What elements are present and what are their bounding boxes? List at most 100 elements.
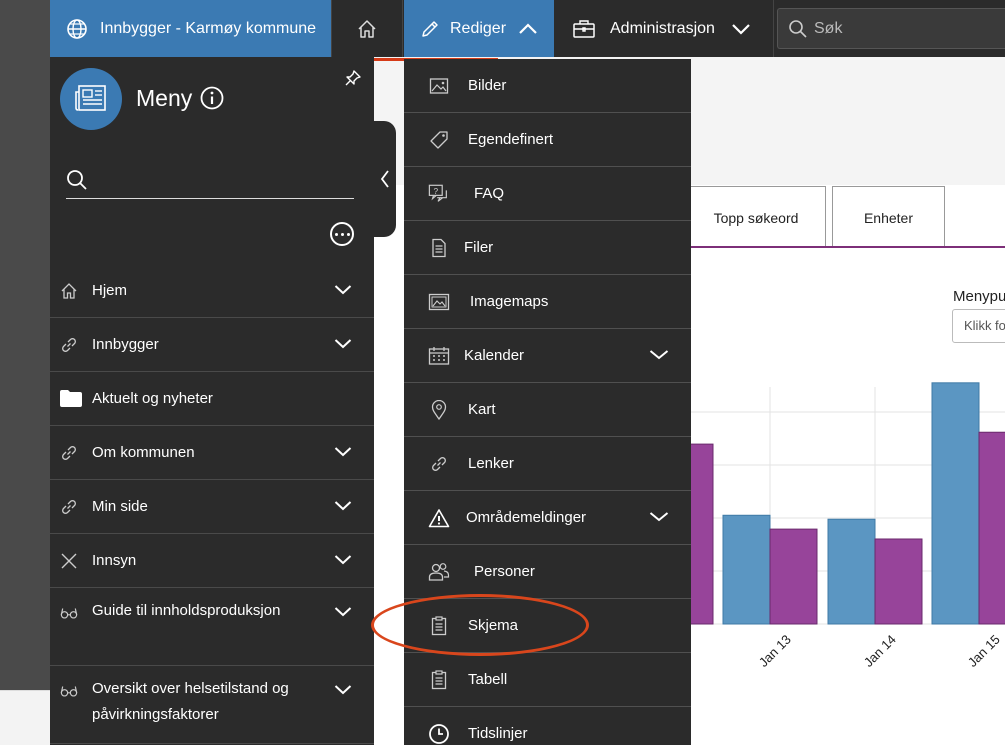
background-app-strip (0, 0, 50, 745)
edit-label: Rediger (450, 19, 507, 37)
sidebar-item-label: Guide til innholdsproduksjon (92, 602, 281, 619)
menu-item-kart[interactable]: Kart (404, 383, 691, 437)
menu-item-label: Lenker (468, 455, 514, 472)
sidebar-menu: Meny Hjem Innbygger Aktuelt og nyheter O… (50, 57, 374, 745)
home-icon (356, 18, 378, 40)
map-pin-icon (428, 399, 450, 421)
menu-item-bilder[interactable]: Bilder (404, 59, 691, 113)
glasses-icon (60, 604, 78, 622)
chevron-down-icon[interactable] (334, 606, 352, 617)
sidebar-item-innbygger[interactable]: Innbygger (50, 318, 374, 372)
sidebar-item-aktuelt[interactable]: Aktuelt og nyheter (50, 372, 374, 426)
briefcase-icon (572, 19, 596, 39)
chevron-down-icon[interactable] (334, 284, 352, 295)
menu-item-skjema[interactable]: Skjema (404, 599, 691, 653)
menu-item-label: Imagemaps (470, 293, 549, 310)
site-selector-button[interactable]: Innbygger - Karmøy kommune (50, 0, 331, 57)
sidebar-item-min-side[interactable]: Min side (50, 480, 374, 534)
svg-text:?: ? (433, 187, 438, 196)
tag-icon (428, 129, 450, 151)
more-options-button[interactable] (330, 222, 354, 246)
chevron-down-icon[interactable] (649, 349, 669, 360)
sidebar-item-hjem[interactable]: Hjem (50, 264, 374, 318)
sidebar-item-label: Om kommunen (92, 443, 195, 461)
sidebar-item-label: Oversikt over helsetilstand og påvirknin… (92, 680, 289, 723)
administration-label: Administrasjon (610, 19, 715, 37)
sidebar-item-innsyn[interactable]: Innsyn (50, 534, 374, 588)
image-icon (428, 75, 450, 97)
search-field[interactable] (777, 8, 1005, 49)
chart-x-tick-label: Jan 13 (756, 632, 794, 670)
chevron-down-icon[interactable] (334, 684, 352, 695)
link-icon (428, 453, 450, 475)
tab-top-sokeord[interactable]: Topp søkeord (686, 186, 826, 248)
link-icon (60, 498, 78, 516)
menu-item-label: Tabell (468, 671, 508, 688)
search-input[interactable] (814, 19, 974, 38)
menu-avatar (60, 68, 122, 130)
sidebar-search-field[interactable] (66, 161, 354, 199)
sidebar-item-helsetilstand[interactable]: Oversikt over helsetilstand og påvirknin… (50, 666, 374, 744)
file-icon (428, 237, 450, 259)
chart-x-tick-label: Jan 14 (861, 632, 899, 670)
menu-item-label: Tidslinjer (468, 725, 528, 742)
home-icon (60, 282, 78, 300)
menu-item-label: Bilder (468, 77, 507, 94)
chart-bar (769, 528, 818, 625)
chevron-down-icon[interactable] (334, 554, 352, 565)
chart-x-tick-label: Jan 15 (965, 632, 1003, 670)
newspaper-icon (74, 84, 108, 114)
administration-menu-button[interactable]: Administrasjon (554, 0, 774, 57)
menypublisering-input[interactable]: Klikk fo (952, 309, 1005, 343)
menu-item-imagemaps[interactable]: Imagemaps (404, 275, 691, 329)
tab-enheter[interactable]: Enheter (832, 186, 945, 248)
menu-item-label: Skjema (468, 617, 519, 634)
sidebar-list: Hjem Innbygger Aktuelt og nyheter Om kom… (50, 264, 374, 744)
chevron-down-icon[interactable] (334, 446, 352, 457)
edit-menu-button[interactable]: Rediger (404, 0, 554, 57)
sidebar-item-guide[interactable]: Guide til innholdsproduksjon (50, 588, 374, 666)
chevron-down-icon[interactable] (334, 338, 352, 349)
menu-item-label: Områdemeldinger (466, 509, 587, 526)
sidebar-search-input[interactable] (96, 170, 346, 189)
link-icon (60, 444, 78, 462)
sidebar-item-label: Aktuelt og nyheter (92, 389, 213, 407)
sidebar-item-om-kommunen[interactable]: Om kommunen (50, 426, 374, 480)
x-icon (60, 552, 78, 570)
top-bar: Innbygger - Karmøy kommune Rediger Admin… (50, 0, 1005, 57)
menu-item-omrademeldinger[interactable]: Områdemeldinger (404, 491, 691, 545)
clock-icon (428, 723, 450, 745)
folder-icon (60, 390, 82, 408)
chart-bar (931, 382, 980, 625)
menu-item-lenker[interactable]: Lenker (404, 437, 691, 491)
site-label: Innbygger - Karmøy kommune (100, 19, 317, 37)
pin-icon[interactable] (344, 69, 362, 87)
menu-item-personer[interactable]: Personer (404, 545, 691, 599)
info-icon[interactable] (200, 86, 224, 110)
menu-item-filer[interactable]: Filer (404, 221, 691, 275)
menu-item-egendefinert[interactable]: Egendefinert (404, 113, 691, 167)
menypublisering-label: Menypu (953, 288, 1005, 305)
chevron-down-icon (731, 23, 751, 35)
search-icon (788, 19, 808, 39)
sidebar-collapse-button[interactable] (374, 121, 396, 237)
chevron-down-icon[interactable] (649, 511, 669, 522)
chart-bar (978, 431, 1005, 625)
chevron-left-icon (380, 169, 390, 189)
warning-icon (428, 507, 450, 529)
menu-item-label: FAQ (474, 185, 505, 202)
imagemap-icon (428, 291, 450, 313)
link-icon (60, 336, 78, 354)
menu-item-tidslinjer[interactable]: Tidslinjer (404, 707, 691, 745)
menu-item-faq[interactable]: ? FAQ (404, 167, 691, 221)
chart-bar (722, 514, 771, 625)
chevron-down-icon[interactable] (334, 500, 352, 511)
sidebar-item-label: Min side (92, 497, 148, 515)
menu-item-label: Kalender (464, 347, 525, 364)
menu-item-tabell[interactable]: Tabell (404, 653, 691, 707)
home-button[interactable] (331, 0, 403, 57)
edit-dropdown-menu: Bilder Egendefinert ? FAQ Filer Imagemap… (404, 59, 691, 745)
menu-item-label: Filer (464, 239, 494, 256)
menu-item-kalender[interactable]: Kalender (404, 329, 691, 383)
chevron-up-icon (518, 22, 538, 35)
